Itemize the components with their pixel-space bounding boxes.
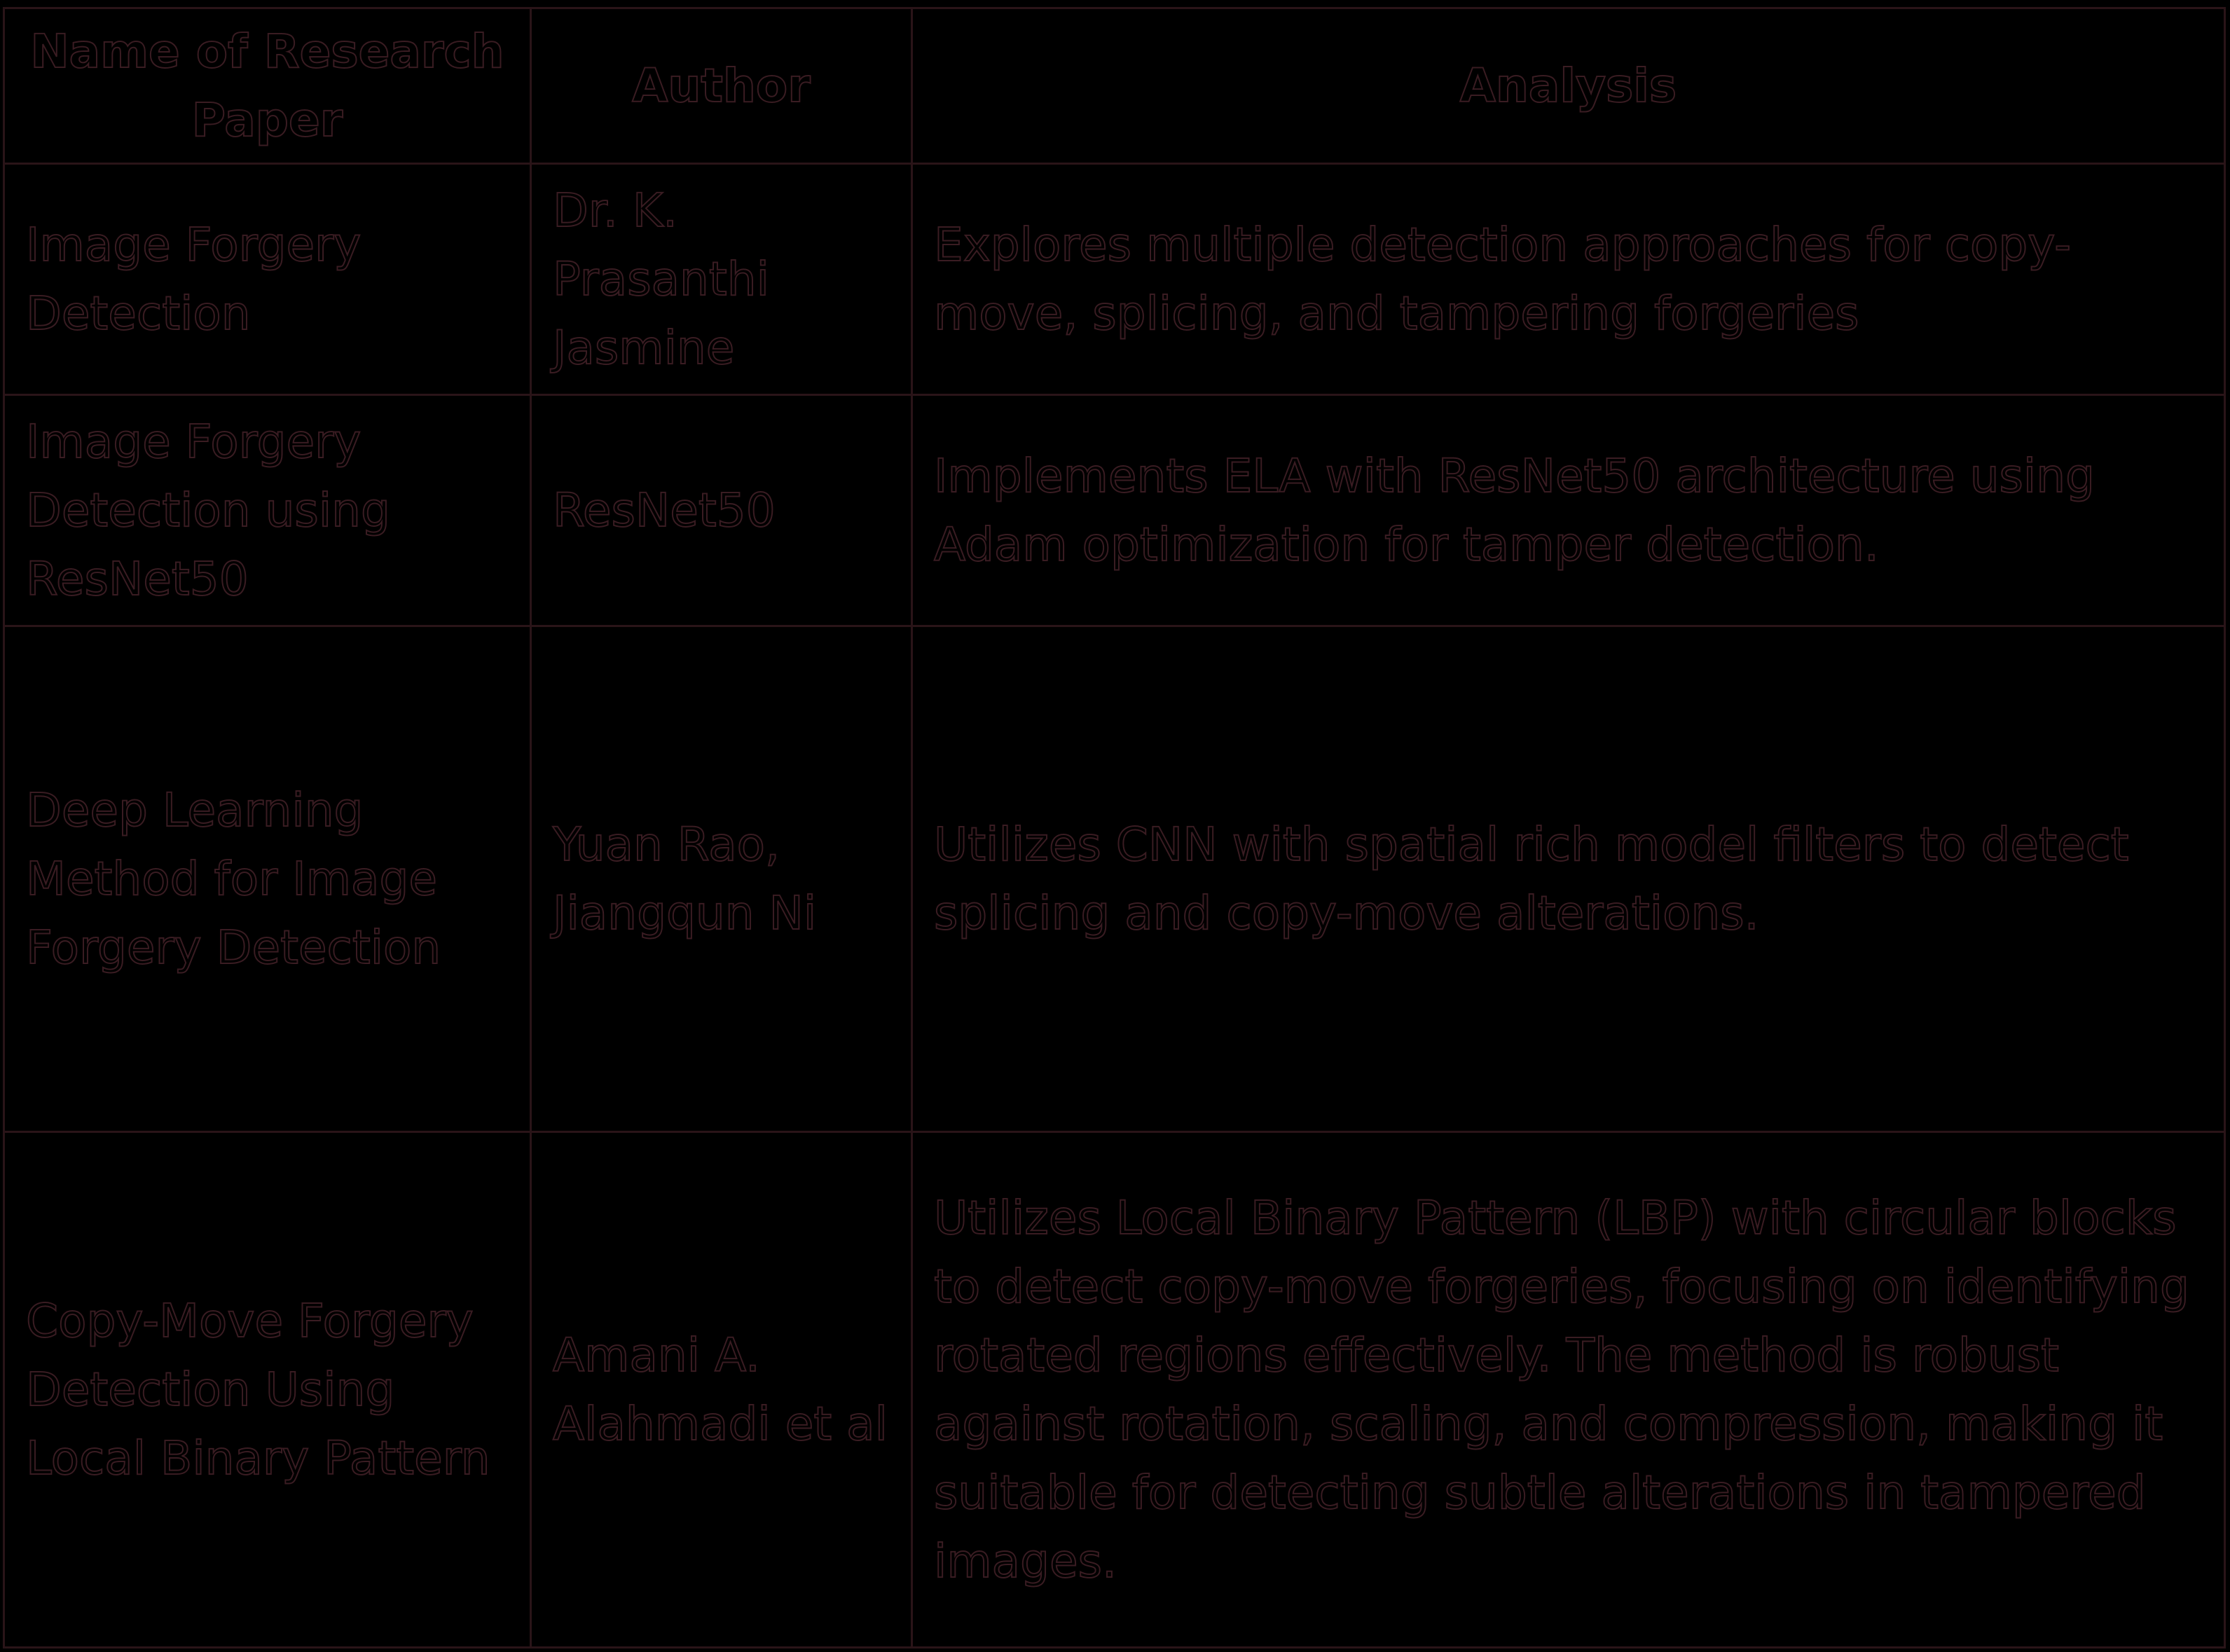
header-paper-name: Name of Research Paper [3, 7, 532, 165]
cell-paper-name: Image Forgery Detection using ResNet50 [3, 394, 532, 627]
header-author: Author [530, 7, 913, 165]
cell-paper-name: Deep Learning Method for Image Forgery D… [3, 625, 532, 1133]
header-analysis: Analysis [911, 7, 2226, 165]
cell-paper-name: Copy-Move Forgery Detection Using Local … [3, 1131, 532, 1648]
cell-author: Amani A. Alahmadi et al [530, 1131, 913, 1648]
research-table-container: Name of Research Paper Author Analysis I… [3, 7, 2226, 1648]
table-row: Deep Learning Method for Image Forgery D… [3, 625, 2226, 1133]
cell-author: ResNet50 [530, 394, 913, 627]
cell-author: Dr. K. Prasanthi Jasmine [530, 163, 913, 396]
research-papers-table: Name of Research Paper Author Analysis I… [3, 7, 2226, 1648]
table-row: Image Forgery Detection Dr. K. Prasanthi… [3, 163, 2226, 396]
cell-analysis: Utilizes CNN with spatial rich model fil… [911, 625, 2226, 1133]
table-row: Image Forgery Detection using ResNet50 R… [3, 394, 2226, 627]
cell-author: Yuan Rao, Jiangqun Ni [530, 625, 913, 1133]
cell-analysis: Implements ELA with ResNet50 architectur… [911, 394, 2226, 627]
cell-analysis: Explores multiple detection approaches f… [911, 163, 2226, 396]
cell-paper-name: Image Forgery Detection [3, 163, 532, 396]
table-row: Copy-Move Forgery Detection Using Local … [3, 1131, 2226, 1648]
cell-analysis: Utilizes Local Binary Pattern (LBP) with… [911, 1131, 2226, 1648]
table-header-row: Name of Research Paper Author Analysis [3, 7, 2226, 165]
